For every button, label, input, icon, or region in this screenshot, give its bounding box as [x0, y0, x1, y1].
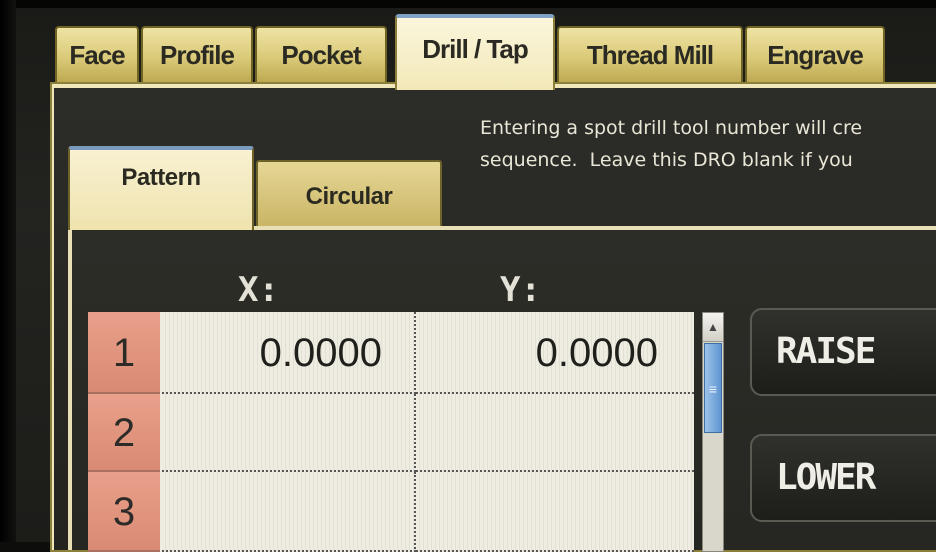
x-cell[interactable] — [162, 394, 416, 472]
row-number: 2 — [88, 394, 160, 472]
y-cell[interactable] — [416, 394, 694, 472]
table-row: 1 0.0000 0.0000 — [88, 312, 694, 394]
table-row: 2 — [88, 394, 694, 472]
x-cell[interactable] — [162, 472, 416, 552]
y-column-header: Y: — [500, 270, 541, 310]
scroll-thumb[interactable]: ≡ — [704, 343, 722, 433]
y-cell[interactable] — [416, 472, 694, 552]
x-cell[interactable]: 0.0000 — [162, 312, 416, 394]
y-cell[interactable]: 0.0000 — [416, 312, 694, 394]
scroll-up-icon[interactable]: ▲ — [703, 313, 723, 342]
x-column-header: X: — [238, 270, 279, 310]
raise-button[interactable]: RAISE — [750, 308, 936, 396]
row-number: 3 — [88, 472, 160, 552]
table-row: 3 — [88, 472, 694, 552]
row-number: 1 — [88, 312, 160, 394]
pattern-table: 1 0.0000 0.0000 2 3 — [88, 312, 694, 552]
lower-button[interactable]: LOWER — [750, 434, 936, 522]
table-scrollbar[interactable]: ▲ ≡ — [702, 312, 724, 552]
